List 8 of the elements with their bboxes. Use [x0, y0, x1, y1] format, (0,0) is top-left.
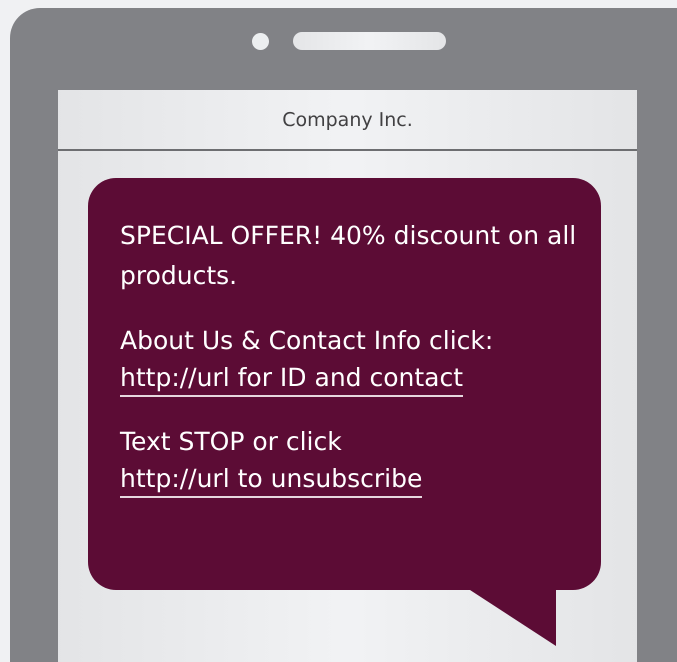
- message-link[interactable]: http://url to unsubscribe: [120, 462, 422, 498]
- message-text: About Us & Contact Info click:: [120, 325, 494, 357]
- sender-name: Company Inc.: [282, 108, 413, 130]
- camera-icon: [252, 32, 269, 50]
- message-link[interactable]: http://url for ID and contact: [120, 361, 464, 397]
- speaker-icon: [293, 32, 446, 50]
- message-text: SPECIAL OFFER! 40% discount on all products.: [120, 220, 578, 292]
- message-text: Text STOP or click: [120, 426, 342, 458]
